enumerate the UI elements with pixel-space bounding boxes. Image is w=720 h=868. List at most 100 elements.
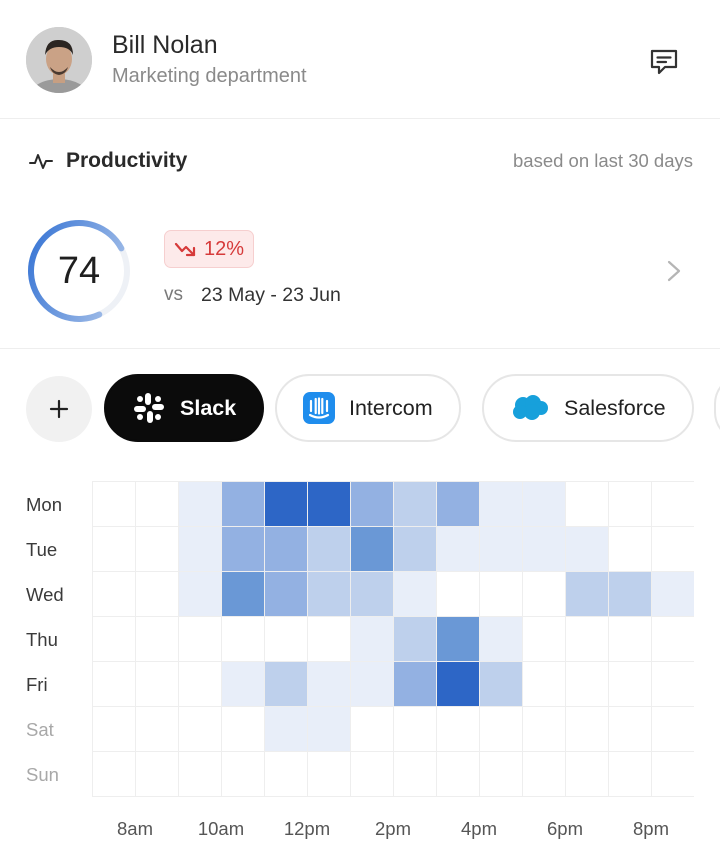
heatmap-cell[interactable] [350, 481, 394, 527]
heatmap-cell[interactable] [393, 616, 437, 662]
heatmap-cell[interactable] [350, 526, 394, 572]
heatmap-cell[interactable] [608, 616, 652, 662]
heatmap-cell[interactable] [135, 571, 179, 617]
heatmap-cell[interactable] [565, 616, 609, 662]
app-chip-intercom[interactable]: Intercom [275, 374, 461, 442]
heatmap-cell[interactable] [92, 571, 136, 617]
heatmap-cell[interactable] [350, 571, 394, 617]
heatmap-cell[interactable] [221, 616, 265, 662]
heatmap-cell[interactable] [92, 481, 136, 527]
app-chip-slack[interactable]: Slack [104, 374, 265, 442]
heatmap-cell[interactable] [565, 661, 609, 707]
heatmap-cell[interactable] [479, 616, 523, 662]
heatmap-cell[interactable] [393, 571, 437, 617]
heatmap-cell[interactable] [479, 571, 523, 617]
heatmap-cell[interactable] [221, 526, 265, 572]
heatmap-cell[interactable] [608, 706, 652, 752]
heatmap-cell[interactable] [522, 526, 566, 572]
heatmap-cell[interactable] [350, 616, 394, 662]
heatmap-cell[interactable] [307, 616, 351, 662]
heatmap-cell[interactable] [393, 706, 437, 752]
heatmap-cell[interactable] [221, 661, 265, 707]
heatmap-cell[interactable] [307, 571, 351, 617]
heatmap-cell[interactable] [307, 751, 351, 797]
heatmap-cell[interactable] [608, 481, 652, 527]
message-button[interactable] [644, 42, 684, 82]
heatmap-cell[interactable] [178, 751, 222, 797]
heatmap-cell[interactable] [479, 481, 523, 527]
heatmap-cell[interactable] [135, 661, 179, 707]
heatmap-cell[interactable] [608, 751, 652, 797]
heatmap-cell[interactable] [264, 751, 308, 797]
heatmap-cell[interactable] [92, 616, 136, 662]
productivity-score-row[interactable]: 74 12% vs 23 May - 23 Jun [0, 200, 720, 349]
heatmap-cell[interactable] [522, 706, 566, 752]
heatmap-cell[interactable] [522, 616, 566, 662]
heatmap-cell[interactable] [479, 706, 523, 752]
heatmap-cell[interactable] [135, 616, 179, 662]
heatmap-cell[interactable] [264, 571, 308, 617]
heatmap-cell[interactable] [522, 661, 566, 707]
heatmap-cell[interactable] [92, 706, 136, 752]
heatmap-cell[interactable] [436, 706, 480, 752]
heatmap-cell[interactable] [264, 616, 308, 662]
heatmap-cell[interactable] [264, 706, 308, 752]
heatmap-cell[interactable] [135, 526, 179, 572]
app-chip-more[interactable] [714, 374, 720, 442]
heatmap-cell[interactable] [436, 661, 480, 707]
heatmap-cell[interactable] [350, 661, 394, 707]
heatmap-cell[interactable] [393, 661, 437, 707]
heatmap-cell[interactable] [608, 526, 652, 572]
heatmap-cell[interactable] [350, 751, 394, 797]
heatmap-cell[interactable] [393, 751, 437, 797]
heatmap-cell[interactable] [651, 706, 695, 752]
heatmap-cell[interactable] [479, 661, 523, 707]
heatmap-cell[interactable] [221, 481, 265, 527]
heatmap-cell[interactable] [307, 661, 351, 707]
heatmap-cell[interactable] [264, 526, 308, 572]
heatmap-cell[interactable] [307, 706, 351, 752]
avatar[interactable] [26, 27, 92, 93]
heatmap-cell[interactable] [522, 481, 566, 527]
heatmap-cell[interactable] [436, 616, 480, 662]
heatmap-cell[interactable] [178, 706, 222, 752]
heatmap-cell[interactable] [651, 526, 695, 572]
heatmap-cell[interactable] [651, 616, 695, 662]
heatmap-cell[interactable] [92, 751, 136, 797]
heatmap-cell[interactable] [479, 751, 523, 797]
heatmap-cell[interactable] [178, 526, 222, 572]
heatmap-cell[interactable] [565, 706, 609, 752]
heatmap-cell[interactable] [522, 751, 566, 797]
heatmap-cell[interactable] [651, 481, 695, 527]
heatmap-cell[interactable] [436, 481, 480, 527]
heatmap-cell[interactable] [393, 526, 437, 572]
heatmap-cell[interactable] [651, 571, 695, 617]
heatmap-cell[interactable] [565, 571, 609, 617]
heatmap-cell[interactable] [178, 616, 222, 662]
heatmap-cell[interactable] [92, 526, 136, 572]
app-chip-salesforce[interactable]: Salesforce [482, 374, 694, 442]
heatmap-cell[interactable] [307, 481, 351, 527]
heatmap-cell[interactable] [608, 661, 652, 707]
heatmap-cell[interactable] [651, 661, 695, 707]
heatmap-cell[interactable] [135, 481, 179, 527]
heatmap-cell[interactable] [221, 706, 265, 752]
heatmap-cell[interactable] [565, 751, 609, 797]
heatmap-cell[interactable] [436, 526, 480, 572]
heatmap-cell[interactable] [479, 526, 523, 572]
heatmap-cell[interactable] [264, 661, 308, 707]
heatmap-cell[interactable] [135, 751, 179, 797]
heatmap-cell[interactable] [135, 706, 179, 752]
heatmap-cell[interactable] [522, 571, 566, 617]
heatmap-cell[interactable] [350, 706, 394, 752]
heatmap-cell[interactable] [178, 481, 222, 527]
heatmap-cell[interactable] [393, 481, 437, 527]
heatmap-cell[interactable] [307, 526, 351, 572]
heatmap-cell[interactable] [264, 481, 308, 527]
heatmap-cell[interactable] [178, 661, 222, 707]
heatmap-cell[interactable] [178, 571, 222, 617]
heatmap-cell[interactable] [221, 571, 265, 617]
heatmap-cell[interactable] [608, 571, 652, 617]
heatmap-cell[interactable] [565, 481, 609, 527]
heatmap-cell[interactable] [651, 751, 695, 797]
